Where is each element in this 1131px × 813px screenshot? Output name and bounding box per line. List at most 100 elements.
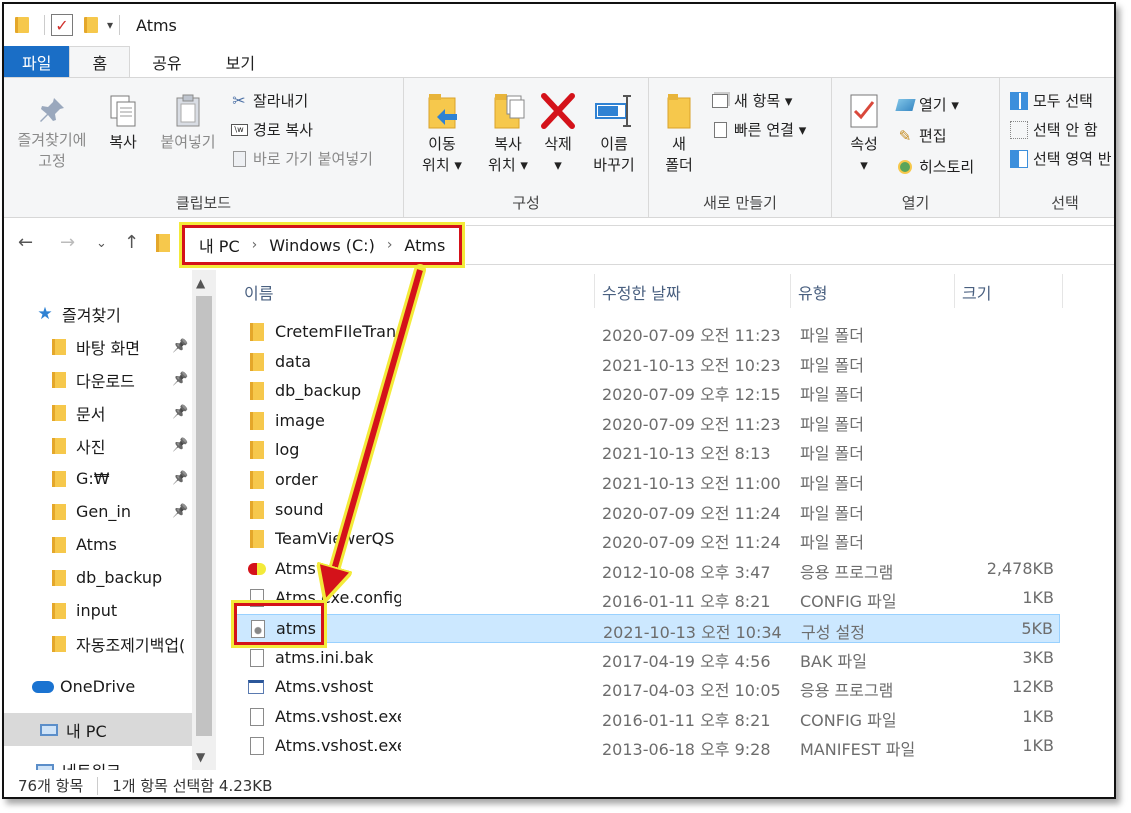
nav-item[interactable]: 자동조제기백업(	[4, 627, 192, 660]
tab-view[interactable]: 보기	[204, 46, 277, 77]
file-row[interactable]: atms.ini.bak 2017-04-19 오후 4:56 BAK 파일 3KB	[234, 644, 1060, 673]
file-date: 2016-01-11 오후 8:21	[602, 710, 771, 730]
column-header-name[interactable]: 이름	[244, 280, 273, 304]
ribbon: 즐겨찾기에 고정 복사 붙여넣기 ✂ 잘라내기 \w 경로 복사 바로 가기 붙…	[4, 77, 1114, 218]
breadcrumb-atms[interactable]: Atms	[404, 236, 445, 255]
copy-button[interactable]: 복사	[100, 94, 146, 153]
navigation-bar: ← → ⌄ ↑ 내 PC › Windows (C:) › Atms	[4, 218, 1114, 270]
move-to-button[interactable]: 이동 위치 ▾	[412, 92, 472, 176]
easy-access-button[interactable]: 빠른 연결 ▾	[711, 119, 806, 140]
open-button[interactable]: 열기 ▾	[894, 94, 959, 115]
nav-pane-scrollbar[interactable]: ▲ ▼	[192, 270, 216, 770]
file-row[interactable]: TeamViewerQS 2020-07-09 오전 11:24 파일 폴더	[234, 525, 1060, 554]
folder-icon	[248, 500, 266, 519]
forward-arrow-icon[interactable]: →	[60, 232, 75, 253]
file-list: 이름 수정한 날짜 유형 크기 CretemFIleTransf 2020-07-…	[216, 270, 1114, 770]
new-folder-quick-icon[interactable]	[81, 15, 101, 35]
nav-item[interactable]: input	[4, 594, 192, 627]
nav-this-pc[interactable]: 내 PC	[4, 713, 192, 746]
nav-onedrive[interactable]: OneDrive	[4, 670, 192, 703]
file-type: 파일 폴더	[800, 444, 864, 464]
tab-file[interactable]: 파일	[4, 46, 70, 77]
up-arrow-icon[interactable]: ↑	[124, 232, 139, 253]
rename-button[interactable]: 이름 바꾸기	[584, 92, 644, 176]
scroll-up-icon[interactable]: ▲	[196, 276, 205, 290]
column-header-date[interactable]: 수정한 날짜	[602, 280, 681, 304]
nav-pane-scroll-thumb[interactable]	[196, 296, 212, 736]
pin-to-quick-access-button[interactable]: 즐겨찾기에 고정	[10, 94, 94, 172]
address-bar[interactable]: 내 PC › Windows (C:) › Atms	[182, 225, 462, 265]
nav-quick-access[interactable]: ★ 즐겨찾기	[4, 297, 192, 330]
file-row[interactable]: db_backup 2020-07-09 오후 12:15 파일 폴더	[234, 377, 1060, 406]
properties-quick-icon[interactable]: ✓	[51, 14, 73, 36]
nav-item[interactable]: Gen_in 📌	[4, 495, 192, 528]
file-row[interactable]: log 2021-10-13 오전 8:13 파일 폴더	[234, 436, 1060, 465]
folder-icon	[12, 15, 32, 35]
nav-item[interactable]: 문서 📌	[4, 396, 192, 429]
column-header-size[interactable]: 크기	[962, 280, 991, 304]
nav-item[interactable]: db_backup	[4, 561, 192, 594]
file-row[interactable]: Atms.exe.config 2016-01-11 오후 8:21 CONFIG …	[234, 584, 1060, 613]
new-item-button[interactable]: 새 항목 ▾	[711, 90, 792, 111]
file-row[interactable]: Atms.vshost.exe.manifest 2013-06-18 오후 9:…	[234, 732, 1060, 761]
recent-locations-chevron-icon[interactable]: ⌄	[96, 236, 107, 251]
cut-button[interactable]: ✂ 잘라내기	[230, 90, 308, 111]
file-row[interactable]: Atms.vshost 2017-04-03 오전 10:05 응용 프로그램 12K…	[234, 673, 1060, 702]
file-date: 2016-01-11 오후 8:21	[602, 592, 771, 612]
nav-item[interactable]: 다운로드 📌	[4, 363, 192, 396]
file-name: Atms	[275, 558, 316, 578]
copy-to-button[interactable]: 복사 위치 ▾	[478, 92, 538, 176]
new-folder-button[interactable]: 새 폴더	[657, 92, 701, 176]
folder-icon	[48, 338, 70, 356]
file-name: CretemFIleTransf	[275, 322, 401, 341]
file-date: 2020-07-09 오전 11:24	[602, 503, 781, 523]
file-row[interactable]: atms 2021-10-13 오전 10:34 구성 설정 5KB	[234, 614, 1060, 643]
file-row[interactable]: data 2021-10-13 오전 10:23 파일 폴더	[234, 348, 1060, 377]
history-button[interactable]: 히스토리	[896, 156, 974, 177]
column-header-type[interactable]: 유형	[798, 280, 827, 304]
tab-home[interactable]: 홈	[69, 46, 131, 77]
folder-icon	[248, 530, 266, 549]
copy-path-button[interactable]: \w 경로 복사	[230, 119, 313, 140]
nav-item[interactable]: Atms	[4, 528, 192, 561]
file-type: 파일 폴더	[800, 533, 864, 553]
edit-button[interactable]: ✎ 편집	[896, 125, 947, 146]
folder-icon	[48, 437, 70, 455]
select-all-button[interactable]: 모두 선택	[1010, 90, 1093, 111]
file-row[interactable]: Atms 2012-10-08 오후 3:47 응용 프로그램 2,478KB	[234, 555, 1060, 584]
pin-icon: 📌	[172, 438, 189, 453]
paste-shortcut-button[interactable]: 바로 가기 붙여넣기	[230, 148, 373, 169]
file-name: atms.ini.bak	[275, 647, 374, 667]
file-row[interactable]: Atms.vshost.exe.config 2016-01-11 오후 8:21…	[234, 703, 1060, 732]
file-row[interactable]: order 2021-10-13 오전 11:00 파일 폴더	[234, 466, 1060, 495]
select-group-title: 선택	[1051, 194, 1079, 212]
delete-button[interactable]: 삭제 ▾	[536, 92, 580, 176]
file-row[interactable]: sound 2020-07-09 오전 11:24 파일 폴더	[234, 496, 1060, 525]
breadcrumb-this-pc[interactable]: 내 PC	[199, 233, 240, 257]
file-name: Atms.exe.config	[275, 588, 401, 608]
file-type: CONFIG 파일	[800, 710, 897, 730]
nav-item[interactable]: G:₩ 📌	[4, 462, 192, 495]
paste-button[interactable]: 붙여넣기	[152, 94, 224, 153]
scroll-down-icon[interactable]: ▼	[196, 750, 205, 764]
properties-button[interactable]: 속성 ▾	[840, 92, 888, 176]
back-arrow-icon[interactable]: ←	[18, 232, 33, 253]
select-none-button[interactable]: 선택 안 함	[1010, 119, 1098, 140]
nav-item[interactable]: 사진 📌	[4, 429, 192, 462]
address-bar-extension[interactable]	[466, 225, 1114, 265]
invert-selection-button[interactable]: 선택 영역 반	[1010, 148, 1112, 169]
tab-share[interactable]: 공유	[130, 46, 203, 77]
file-date: 2021-10-13 오전 11:00	[602, 474, 781, 493]
quick-access-dropdown-icon[interactable]: ▾	[107, 18, 113, 32]
breadcrumb-separator-icon[interactable]: ›	[387, 237, 393, 253]
pin-icon	[40, 98, 64, 122]
status-bar: 76개 항목 1개 항목 선택함 4.23KB	[4, 770, 1114, 797]
nav-item[interactable]: 바탕 화면 📌	[4, 330, 192, 363]
file-row[interactable]: CretemFIleTransf 2020-07-09 오전 11:23 파일 폴더	[234, 318, 1060, 347]
file-row[interactable]: image 2020-07-09 오전 11:23 파일 폴더	[234, 407, 1060, 436]
cloud-icon	[32, 678, 54, 696]
breadcrumb-separator-icon[interactable]: ›	[252, 237, 258, 253]
file-date: 2020-07-09 오전 11:24	[602, 533, 781, 553]
folder-icon	[248, 471, 266, 489]
breadcrumb-drive-c[interactable]: Windows (C:)	[269, 236, 375, 255]
